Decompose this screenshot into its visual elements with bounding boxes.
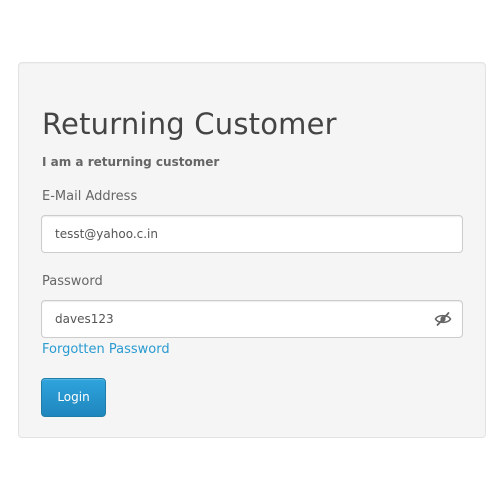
eye-slash-icon[interactable] bbox=[434, 311, 452, 327]
returning-customer-panel: Returning Customer I am a returning cust… bbox=[18, 62, 486, 438]
forgotten-password-link[interactable]: Forgotten Password bbox=[42, 342, 170, 357]
password-field-value: daves123 bbox=[55, 312, 114, 326]
password-label: Password bbox=[42, 274, 103, 289]
email-label: E-Mail Address bbox=[42, 189, 138, 204]
password-field[interactable]: daves123 bbox=[41, 300, 463, 338]
page-title: Returning Customer bbox=[42, 107, 337, 141]
panel-subtitle: I am a returning customer bbox=[42, 155, 220, 169]
email-field[interactable]: tesst@yahoo.c.in bbox=[41, 215, 463, 253]
email-field-value: tesst@yahoo.c.in bbox=[55, 227, 158, 241]
login-button[interactable]: Login bbox=[41, 378, 106, 417]
